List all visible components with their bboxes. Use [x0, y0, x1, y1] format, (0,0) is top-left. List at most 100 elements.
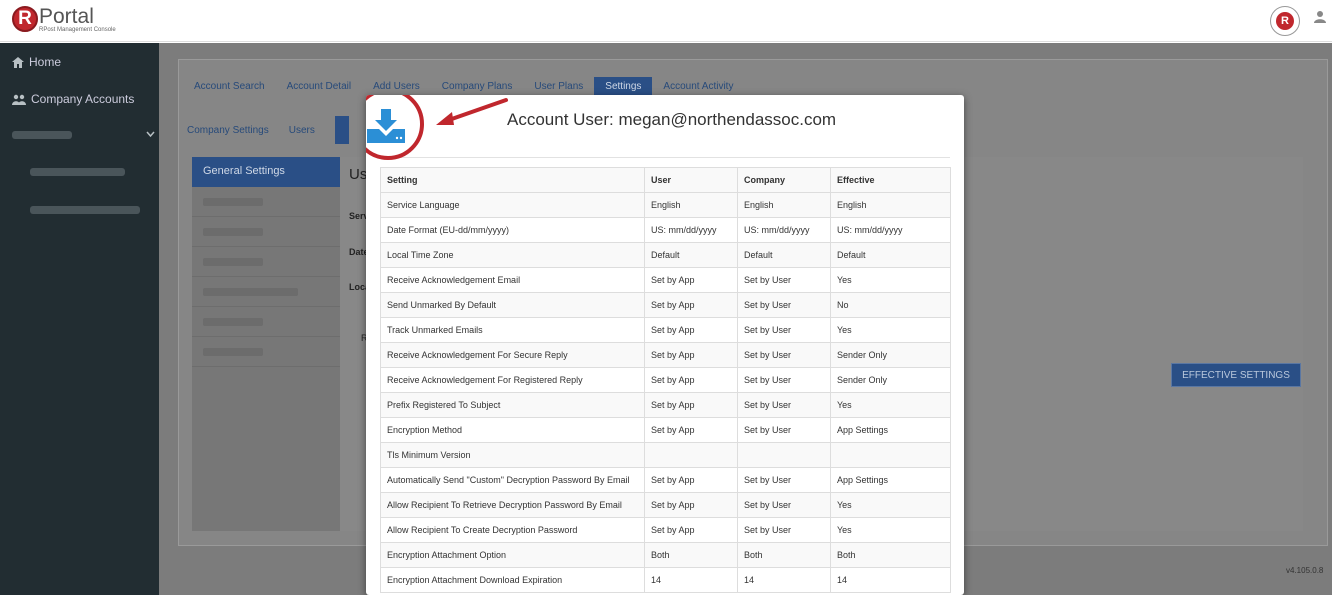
- cell-user: [644, 442, 738, 468]
- rportal-logo[interactable]: R Portal RPost Management Console: [12, 6, 116, 33]
- table-row: Local Time Zone Default Default Default: [380, 242, 951, 268]
- download-highlight-circle: [366, 95, 424, 160]
- tab-company-settings[interactable]: Company Settings: [187, 119, 279, 144]
- table-row: Allow Recipient To Create Decryption Pas…: [380, 517, 951, 543]
- cell-effective: Sender Only: [830, 367, 951, 393]
- cell-setting: Send Unmarked By Default: [380, 292, 645, 318]
- tab-users[interactable]: Users: [289, 119, 325, 144]
- cell-user: Both: [644, 542, 738, 568]
- sidebar: Home Company Accounts: [0, 43, 159, 595]
- settings-nav-item[interactable]: [192, 307, 340, 337]
- cell-effective: No: [830, 292, 951, 318]
- settings-table: Setting User Company Effective Service L…: [380, 167, 951, 593]
- sidebar-item-label: Company Accounts: [31, 92, 135, 106]
- version-label: v4.105.0.8: [1286, 566, 1324, 575]
- settings-nav-general[interactable]: General Settings: [192, 157, 340, 187]
- cell-effective: US: mm/dd/yyyy: [830, 217, 951, 243]
- cell-setting: Track Unmarked Emails: [380, 317, 645, 343]
- tab-settings[interactable]: Settings: [594, 77, 653, 96]
- cell-user: 14: [644, 567, 738, 593]
- rpost-badge-icon[interactable]: R: [1270, 6, 1300, 36]
- cell-setting: Prefix Registered To Subject: [380, 392, 645, 418]
- cell-user: Default: [644, 242, 738, 268]
- sidebar-item-home[interactable]: Home: [12, 55, 61, 69]
- cell-user: Set by App: [644, 317, 738, 343]
- section-heading: Us: [349, 166, 368, 183]
- cell-setting: Automatically Send "Custom" Decryption P…: [380, 467, 645, 493]
- annotation-arrow-icon: [436, 98, 508, 125]
- download-icon[interactable]: [367, 109, 405, 143]
- settings-nav-item[interactable]: [192, 247, 340, 277]
- sidebar-item-company-accounts[interactable]: Company Accounts: [12, 92, 134, 106]
- effective-settings-button[interactable]: EFFECTIVE SETTINGS: [1171, 363, 1301, 387]
- cell-company: Set by User: [737, 317, 831, 343]
- cell-company: English: [737, 192, 831, 218]
- cell-setting: Allow Recipient To Retrieve Decryption P…: [380, 492, 645, 518]
- column-header-user: User: [644, 167, 738, 193]
- settings-nav-item[interactable]: [192, 337, 340, 367]
- secondary-tabs: Company Settings Users: [187, 116, 359, 144]
- tab-active-hidden[interactable]: [334, 116, 349, 144]
- table-row: Prefix Registered To Subject Set by App Se…: [380, 392, 951, 418]
- cell-company: Set by User: [737, 367, 831, 393]
- cell-company: Set by User: [737, 417, 831, 443]
- top-bar: R Portal RPost Management Console R: [0, 0, 1332, 42]
- cell-setting: Receive Acknowledgement Email: [380, 267, 645, 293]
- table-row: Encryption Method Set by App Set by User Ap…: [380, 417, 951, 443]
- table-row: Receive Acknowledgement For Registered R…: [380, 367, 951, 393]
- settings-nav-item[interactable]: [192, 277, 340, 307]
- settings-nav: General Settings: [192, 157, 340, 531]
- logo-mark: R: [12, 6, 38, 32]
- cell-setting: Service Language: [380, 192, 645, 218]
- sidebar-item-label: Home: [29, 55, 62, 69]
- sidebar-subitem-blurred[interactable]: [30, 168, 125, 176]
- cell-company: Set by User: [737, 342, 831, 368]
- cell-setting: Allow Recipient To Create Decryption Pas…: [380, 517, 645, 543]
- cell-company: Set by User: [737, 517, 831, 543]
- user-icon[interactable]: [1313, 10, 1327, 24]
- cell-effective: Yes: [830, 392, 951, 418]
- sidebar-subitem-blurred[interactable]: [30, 206, 140, 214]
- cell-company: [737, 442, 831, 468]
- settings-nav-item[interactable]: [192, 217, 340, 247]
- cell-effective: Yes: [830, 267, 951, 293]
- cell-effective: Both: [830, 542, 951, 568]
- cell-effective: 14: [830, 567, 951, 593]
- primary-tabs: Account Search Account Detail Add Users …: [183, 77, 744, 96]
- cell-company: Default: [737, 242, 831, 268]
- tab-add-users[interactable]: Add Users: [362, 77, 431, 96]
- table-row: Service Language English English English: [380, 192, 951, 218]
- cell-user: Set by App: [644, 417, 738, 443]
- cell-effective: App Settings: [830, 417, 951, 443]
- cell-setting: Receive Acknowledgement For Registered R…: [380, 367, 645, 393]
- table-row: Date Format (EU-dd/mm/yyyy) US: mm/dd/yyy…: [380, 217, 951, 243]
- cell-user: Set by App: [644, 367, 738, 393]
- cell-effective: English: [830, 192, 951, 218]
- tab-user-plans[interactable]: User Plans: [523, 77, 594, 96]
- cell-company: Both: [737, 542, 831, 568]
- chevron-down-icon[interactable]: [146, 131, 155, 137]
- cell-company: Set by User: [737, 392, 831, 418]
- tab-company-plans[interactable]: Company Plans: [431, 77, 524, 96]
- sidebar-item-blurred[interactable]: [12, 131, 72, 139]
- cell-user: Set by App: [644, 342, 738, 368]
- cell-setting: Tls Minimum Version: [380, 442, 645, 468]
- settings-nav-item[interactable]: [192, 187, 340, 217]
- cell-effective: Yes: [830, 492, 951, 518]
- tab-account-activity[interactable]: Account Activity: [652, 77, 744, 96]
- cell-effective: Yes: [830, 517, 951, 543]
- cell-company: US: mm/dd/yyyy: [737, 217, 831, 243]
- cell-effective: App Settings: [830, 467, 951, 493]
- cell-company: Set by User: [737, 267, 831, 293]
- account-user-modal: Account User: megan@northendassoc.com Se…: [366, 95, 964, 595]
- table-header-row: Setting User Company Effective: [380, 167, 951, 193]
- cell-user: Set by App: [644, 467, 738, 493]
- cell-company: Set by User: [737, 467, 831, 493]
- tab-account-detail[interactable]: Account Detail: [276, 77, 362, 96]
- cell-user: US: mm/dd/yyyy: [644, 217, 738, 243]
- users-icon: [12, 94, 26, 105]
- logo-name: Portal: [39, 5, 94, 28]
- cell-setting: Encryption Attachment Option: [380, 542, 645, 568]
- table-row: Send Unmarked By Default Set by App Set by…: [380, 292, 951, 318]
- tab-account-search[interactable]: Account Search: [183, 77, 276, 96]
